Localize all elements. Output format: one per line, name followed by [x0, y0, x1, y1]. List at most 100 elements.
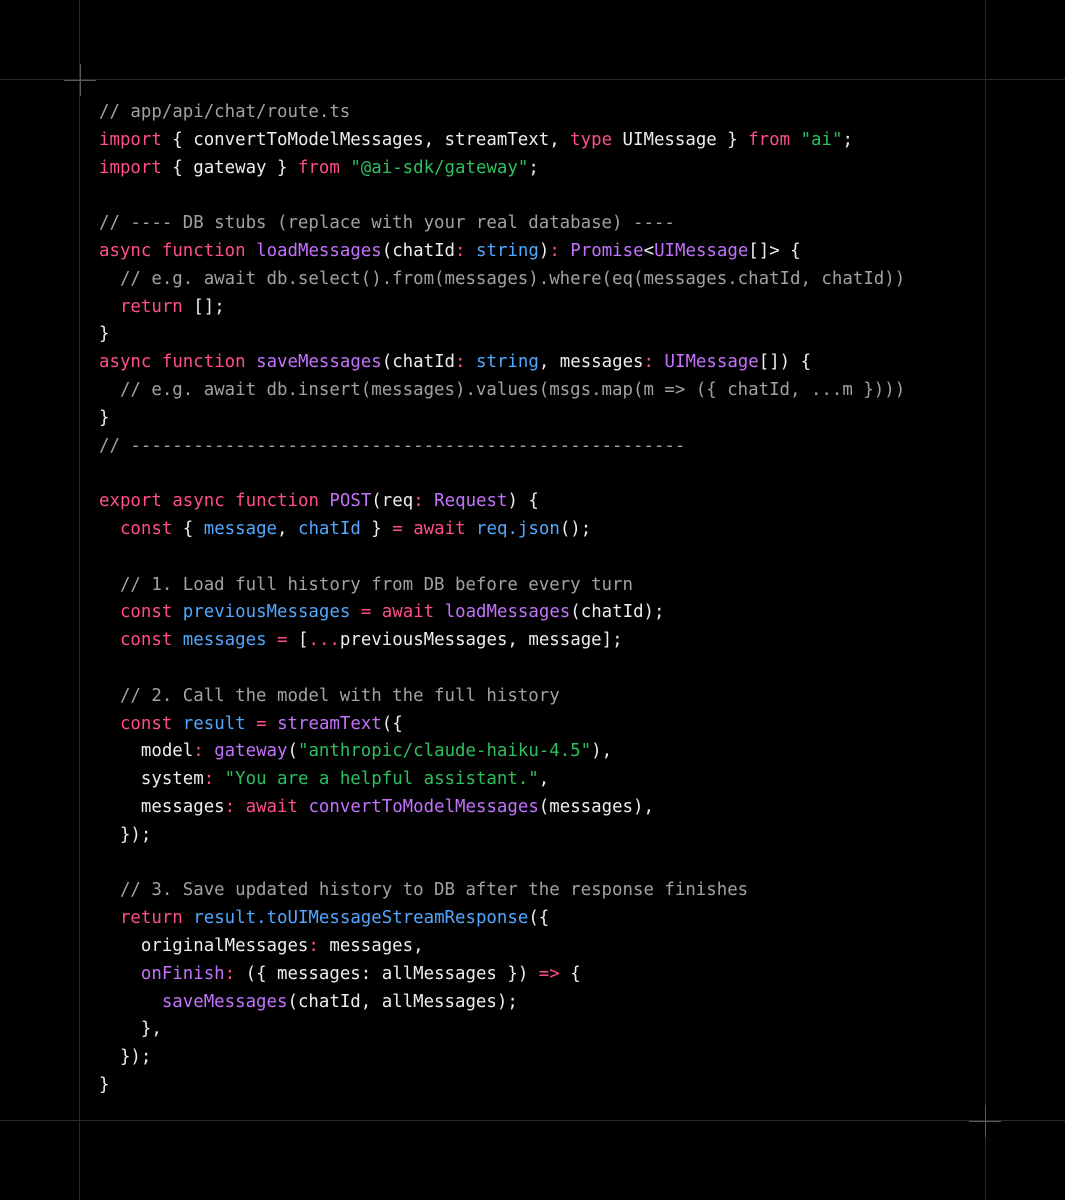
code-line: // e.g. await db.insert(messages).values… — [99, 377, 905, 405]
code-token-string: "anthropic/claude-haiku-4.5" — [297, 741, 592, 762]
code-token-plain: { convertToModelMessages, streamText, — [161, 129, 571, 150]
code-token-keyword: : — [193, 741, 204, 762]
code-token-plain: }); — [99, 1047, 152, 1068]
code-line: model: gateway("anthropic/claude-haiku-4… — [99, 738, 905, 766]
code-token-keyword: await — [245, 796, 298, 817]
code-line: async function loadMessages(chatId: stri… — [99, 238, 905, 266]
code-token-keyword: : — [455, 352, 466, 373]
code-token-function: UIMessage — [654, 240, 749, 261]
code-token-keyword: from — [748, 129, 791, 150]
code-token-plain: (chatId — [381, 240, 456, 261]
code-line: }); — [99, 822, 905, 850]
guide-line-top — [0, 79, 1065, 80]
code-token-keyword: const — [119, 518, 173, 539]
code-token-plain: ; — [842, 129, 853, 150]
code-token-function: loadMessages — [444, 602, 571, 623]
code-token-keyword: = — [256, 713, 267, 734]
code-token-plain: messages, — [318, 935, 424, 956]
code-token-variable: string — [476, 352, 539, 373]
code-token-plain: }, — [99, 1019, 162, 1040]
code-token-plain: } — [99, 407, 110, 428]
code-token-plain: }); — [99, 824, 152, 845]
code-line: const { message, chatId } = await req.js… — [99, 516, 905, 544]
code-token-function: POST — [329, 491, 372, 512]
code-line: import { convertToModelMessages, streamT… — [99, 127, 905, 155]
code-token-function: saveMessages — [161, 991, 288, 1012]
code-line: originalMessages: messages, — [99, 933, 905, 961]
code-token-plain: } — [99, 1074, 110, 1095]
code-token-comment: // ---- DB stubs (replace with your real… — [99, 213, 675, 234]
code-token-plain: system — [99, 769, 204, 790]
code-token-string: "You are a helpful assistant." — [224, 769, 539, 790]
code-line: // -------------------------------------… — [99, 433, 905, 461]
code-token-keyword: : — [455, 240, 466, 261]
code-token-keyword: return — [119, 908, 183, 929]
code-token-keyword: : — [224, 963, 236, 984]
code-token-keyword: function — [161, 240, 246, 261]
code-line: }); — [99, 1044, 905, 1072]
code-block: // app/api/chat/route.ts import { convert… — [99, 99, 905, 1100]
code-token-plain: , — [277, 518, 298, 539]
code-line: } — [99, 1072, 905, 1100]
code-token-function: onFinish — [140, 963, 225, 984]
code-token-plain: ; — [528, 157, 539, 178]
code-token-keyword: async — [99, 352, 152, 373]
code-line: const result = streamText({ — [99, 711, 905, 739]
code-token-plain: (chatId); — [570, 602, 665, 623]
code-token-keyword: : — [413, 491, 424, 512]
code-token-keyword: import — [99, 129, 162, 150]
code-line: // app/api/chat/route.ts — [99, 99, 905, 127]
code-token-plain: { — [172, 518, 204, 539]
code-token-comment: // -------------------------------------… — [99, 435, 686, 456]
code-token-plain: , messages — [538, 352, 644, 373]
code-token-plain: []; — [182, 296, 225, 317]
code-token-variable: message — [203, 518, 278, 539]
code-line: }, — [99, 1016, 905, 1044]
code-token-keyword: : — [224, 796, 236, 817]
code-token-comment: // e.g. await db.insert(messages).values… — [99, 379, 906, 400]
code-token-keyword: const — [119, 602, 173, 623]
code-token-plain: { — [559, 963, 581, 984]
code-token-plain: [ — [287, 630, 309, 651]
code-token-string: "@ai-sdk/gateway" — [350, 157, 529, 178]
code-token-plain: ), — [591, 741, 613, 762]
code-token-comment: // e.g. await db.select().from(messages)… — [99, 268, 906, 289]
code-token-keyword: return — [119, 296, 183, 317]
code-token-plain: (); — [559, 518, 592, 539]
code-token-plain: (chatId, allMessages); — [287, 991, 518, 1012]
code-token-keyword: import — [99, 157, 162, 178]
code-token-plain: } — [360, 518, 393, 539]
code-token-variable: messages — [182, 630, 267, 651]
code-token-keyword: await — [381, 602, 435, 623]
code-token-keyword: await — [413, 518, 466, 539]
code-token-variable: result — [182, 713, 246, 734]
code-token-plain: { gateway } — [161, 157, 298, 178]
code-token-keyword: = — [392, 518, 403, 539]
code-token-function: streamText — [277, 713, 382, 734]
code-token-function: UIMessage — [664, 352, 759, 373]
code-token-keyword: async — [99, 240, 152, 261]
code-token-keyword: type — [570, 129, 613, 150]
code-token-plain: messages — [99, 796, 225, 817]
